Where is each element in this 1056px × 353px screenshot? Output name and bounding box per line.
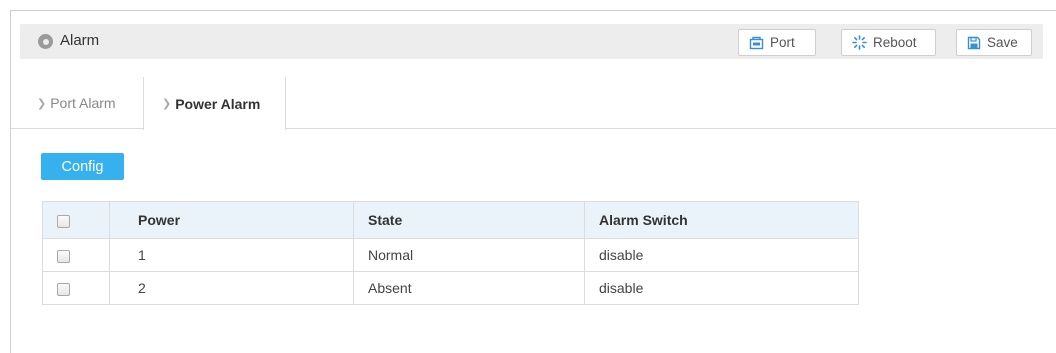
tab-label: Port Alarm: [50, 95, 116, 111]
alarm-tabs: ❯ Port Alarm ❯ Power Alarm: [11, 77, 1056, 130]
row-check-cell: [42, 238, 110, 272]
state-cell: Absent: [353, 271, 585, 305]
reboot-button-label: Reboot: [873, 35, 917, 50]
alarm-panel: Alarm Port Reboot Save ❯ Port Alarm ❯ Po…: [10, 10, 1056, 353]
row-check-cell: [42, 271, 110, 305]
save-button[interactable]: Save: [956, 29, 1032, 56]
power-alarm-table: Power State Alarm Switch 1 Normal disabl…: [42, 201, 859, 305]
alarm-switch-cell: disable: [584, 271, 859, 305]
column-header-alarm-switch[interactable]: Alarm Switch: [584, 201, 859, 239]
power-cell: 1: [109, 238, 354, 272]
table-row[interactable]: 1 Normal disable: [42, 238, 859, 272]
chevron-right-icon: ❯: [162, 98, 172, 110]
tab-label: Power Alarm: [175, 95, 261, 112]
page-title: Alarm: [60, 32, 100, 49]
select-all-cell: [42, 201, 110, 239]
location-pin-icon: [38, 34, 53, 49]
tab-power-alarm[interactable]: ❯ Power Alarm: [143, 77, 286, 130]
port-button-label: Port: [770, 35, 795, 50]
table-header-row: Power State Alarm Switch: [42, 201, 859, 239]
power-cell: 2: [109, 271, 354, 305]
port-button[interactable]: Port: [738, 29, 816, 56]
select-all-checkbox[interactable]: [57, 214, 70, 228]
table-row[interactable]: 2 Absent disable: [42, 271, 859, 305]
title-bar: Alarm Port Reboot Save: [20, 24, 1043, 59]
save-button-label: Save: [987, 35, 1018, 50]
column-header-power[interactable]: Power: [109, 201, 354, 239]
alarm-switch-cell: disable: [584, 238, 859, 272]
column-header-state[interactable]: State: [353, 201, 585, 239]
config-button[interactable]: Config: [41, 153, 124, 180]
state-cell: Normal: [353, 238, 585, 272]
save-icon: [967, 36, 981, 49]
reboot-button[interactable]: Reboot: [841, 29, 936, 56]
row-checkbox[interactable]: [57, 282, 70, 296]
port-icon: [749, 36, 764, 49]
row-checkbox[interactable]: [57, 249, 70, 263]
chevron-right-icon: ❯: [37, 97, 47, 110]
tab-port-alarm[interactable]: ❯ Port Alarm: [19, 77, 143, 129]
reboot-icon: [852, 35, 867, 50]
